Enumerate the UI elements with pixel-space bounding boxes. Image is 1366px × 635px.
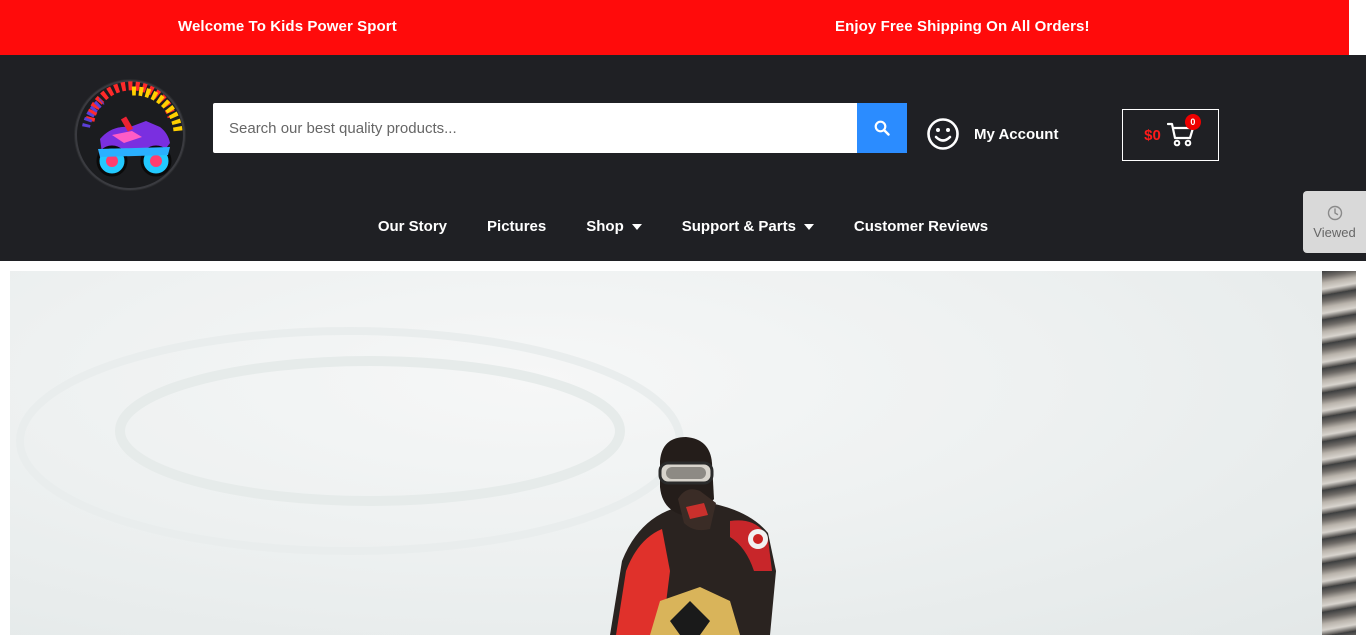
nav-label: Pictures — [487, 218, 547, 235]
atv-logo-icon — [74, 79, 186, 191]
nav-label: Shop — [586, 218, 624, 235]
motocross-rider-photo — [16, 327, 776, 635]
nav-our-story[interactable]: Our Story — [358, 218, 467, 235]
next-slide-peek[interactable] — [1322, 271, 1356, 635]
site-logo[interactable] — [72, 77, 188, 193]
chevron-down-icon — [631, 224, 642, 230]
main-navigation: Our Story Pictures Shop Support & Parts … — [0, 218, 1366, 235]
nav-label: Our Story — [377, 218, 448, 235]
search-bar — [213, 103, 907, 153]
clock-icon — [1327, 205, 1342, 220]
cart-count-badge: 0 — [1184, 114, 1201, 130]
nav-label: Support & Parts — [681, 218, 796, 235]
search-icon — [874, 120, 890, 136]
shipping-message: Enjoy Free Shipping On All Orders! — [835, 18, 1090, 35]
my-account-label: My Account — [974, 125, 1059, 143]
nav-label: Customer Reviews — [853, 218, 989, 235]
chevron-down-icon — [803, 224, 814, 230]
cart-total: $0 — [1144, 126, 1161, 144]
recently-viewed-tab[interactable]: Viewed — [1303, 191, 1366, 253]
announcement-bar: Welcome To Kids Power Sport Enjoy Free S… — [0, 0, 1349, 55]
cart-icon-wrap: 0 — [1166, 114, 1201, 149]
my-account-link[interactable]: My Account — [926, 117, 1058, 151]
welcome-message: Welcome To Kids Power Sport — [178, 18, 397, 35]
nav-shop[interactable]: Shop — [566, 218, 662, 235]
site-header: My Account $0 0 Our Story Pictures Shop … — [0, 55, 1366, 261]
search-input[interactable] — [213, 103, 857, 153]
cart-button[interactable]: $0 0 — [1122, 109, 1219, 161]
nav-pictures[interactable]: Pictures — [467, 218, 566, 235]
hero-slide[interactable] — [10, 271, 1322, 635]
nav-customer-reviews[interactable]: Customer Reviews — [834, 218, 1008, 235]
search-button[interactable] — [857, 103, 907, 153]
viewed-label: Viewed — [1313, 224, 1356, 240]
nav-support-parts[interactable]: Support & Parts — [662, 218, 834, 235]
smiley-icon — [927, 118, 959, 150]
